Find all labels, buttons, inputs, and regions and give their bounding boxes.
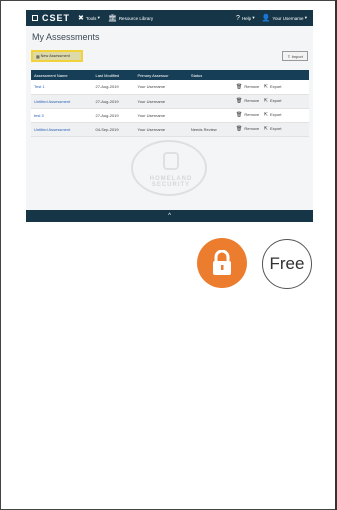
column-header xyxy=(233,70,309,80)
logo-text: CSET xyxy=(42,13,71,23)
column-header[interactable]: Status xyxy=(188,70,233,80)
app-screenshot: CSET ✖ Tools ▾ 🏛 Resource Library ? Help… xyxy=(26,10,313,222)
assessor-cell: Your Username xyxy=(137,84,166,90)
top-navbar: CSET ✖ Tools ▾ 🏛 Resource Library ? Help… xyxy=(26,10,313,26)
trash-icon: 🗑 xyxy=(236,112,243,118)
status-cell xyxy=(188,108,233,122)
assessor-cell: Your Username xyxy=(137,126,166,132)
lock-icon xyxy=(213,250,231,275)
export-button[interactable]: ⇱ Export xyxy=(263,83,282,90)
nav-resource-library-label: Resource Library xyxy=(118,15,154,21)
last-modified-cell: 27-Aug-2019 xyxy=(95,98,119,104)
new-assessment-button[interactable]: ▦ New Assessment xyxy=(31,50,83,62)
library-icon: 🏛 xyxy=(107,15,117,22)
assessment-name-link[interactable]: Untitled Assessment xyxy=(31,94,92,108)
chevron-down-icon: ▾ xyxy=(96,15,100,20)
assessor-cell: Your Username xyxy=(137,112,166,118)
nav-help-label: Help xyxy=(241,15,252,21)
export-label: Export xyxy=(269,126,282,131)
table-row: test 3 27-Aug-2019 Your Username 🗑 Remove… xyxy=(31,108,309,122)
nav-user-label: Your Username xyxy=(272,15,304,21)
actions-cell: 🗑 Remove ⇱ Export xyxy=(233,94,309,108)
remove-button[interactable]: 🗑 Remove xyxy=(236,98,260,104)
export-icon: ⇱ xyxy=(263,126,268,132)
trash-icon: 🗑 xyxy=(236,126,243,132)
status-cell xyxy=(188,94,233,108)
table-row: Untitled Assessment 27-Aug-2019 Your Use… xyxy=(31,94,309,108)
tools-icon: ✖ xyxy=(78,15,84,22)
nav-resource-library[interactable]: 🏛 Resource Library xyxy=(108,14,153,22)
dhs-seal-watermark: HOMELAND SECURITY xyxy=(131,140,207,196)
import-label: Import xyxy=(291,53,303,59)
remove-label: Remove xyxy=(244,112,260,117)
nav-help[interactable]: ? Help ▾ xyxy=(236,15,255,22)
chevron-up-icon: ^ xyxy=(168,213,171,219)
column-header[interactable]: Last Modified xyxy=(92,70,134,80)
seal-text: HOMELAND SECURITY xyxy=(149,176,193,188)
page-title: My Assessments xyxy=(32,32,100,42)
export-button[interactable]: ⇱ Export xyxy=(263,126,282,132)
assessment-name-link[interactable]: test 3 xyxy=(31,108,92,122)
export-label: Export xyxy=(269,112,282,117)
nav-tools-label: Tools xyxy=(85,15,97,21)
trash-icon: 🗑 xyxy=(236,98,243,104)
chevron-down-icon: ▾ xyxy=(251,15,255,20)
free-label: Free xyxy=(269,254,305,273)
remove-button[interactable]: 🗑 Remove xyxy=(236,83,260,90)
nav-user[interactable]: 👤 Your Username ▾ xyxy=(262,14,307,22)
remove-button[interactable]: 🗑 Remove xyxy=(236,112,260,118)
cset-logo[interactable]: CSET xyxy=(32,13,70,23)
assessments-table: Assessment Name Last Modified Primary As… xyxy=(31,70,309,137)
export-icon: ⇱ xyxy=(263,112,268,118)
assessment-name-link[interactable]: Test 1 xyxy=(31,80,92,94)
assessor-cell: Your Username xyxy=(137,98,166,104)
export-label: Export xyxy=(269,98,282,103)
table-row: Test 1 27-Aug-2019 Your Username 🗑 Remove… xyxy=(31,80,309,94)
export-label: Export xyxy=(269,83,282,89)
remove-label: Remove xyxy=(244,98,260,103)
actions-cell: 🗑 Remove ⇱ Export xyxy=(233,80,309,94)
lock-badge[interactable] xyxy=(197,238,247,288)
building-icon xyxy=(32,15,38,21)
eagle-icon xyxy=(163,152,179,170)
table-row: Untitled Assessment 04-Sep-2019 Your Use… xyxy=(31,122,309,136)
nav-right-group: ? Help ▾ 👤 Your Username ▾ xyxy=(229,14,307,23)
status-cell xyxy=(188,80,233,94)
help-icon: ? xyxy=(235,14,240,22)
actions-cell: 🗑 Remove ⇱ Export xyxy=(233,122,309,136)
last-modified-cell: 27-Aug-2019 xyxy=(95,112,119,118)
bottom-bar[interactable]: ^ xyxy=(26,210,313,222)
chevron-down-icon: ▾ xyxy=(303,15,307,20)
free-badge[interactable]: Free xyxy=(262,239,312,289)
new-assessment-label: New Assessment xyxy=(40,54,70,58)
remove-label: Remove xyxy=(244,126,260,131)
last-modified-cell: 04-Sep-2019 xyxy=(95,126,119,132)
last-modified-cell: 27-Aug-2019 xyxy=(95,84,119,90)
nav-tools[interactable]: ✖ Tools ▾ xyxy=(78,14,100,22)
column-header[interactable]: Assessment Name xyxy=(31,70,92,80)
remove-button[interactable]: 🗑 Remove xyxy=(236,126,260,132)
export-icon: ⇱ xyxy=(263,83,268,90)
export-button[interactable]: ⇱ Export xyxy=(263,112,282,118)
actions-cell: 🗑 Remove ⇱ Export xyxy=(233,108,309,122)
user-icon: 👤 xyxy=(261,15,271,22)
column-header[interactable]: Primary Assessor xyxy=(134,70,187,80)
table-header-row: Assessment Name Last Modified Primary As… xyxy=(31,70,309,80)
status-cell: Needs Review xyxy=(190,126,217,132)
export-icon: ⇱ xyxy=(263,98,268,104)
assessment-name-link[interactable]: Untitled Assessment xyxy=(31,122,92,136)
trash-icon: 🗑 xyxy=(236,83,243,90)
remove-label: Remove xyxy=(244,83,260,89)
import-button[interactable]: ⇪ Import xyxy=(282,51,308,61)
export-button[interactable]: ⇱ Export xyxy=(263,98,282,104)
